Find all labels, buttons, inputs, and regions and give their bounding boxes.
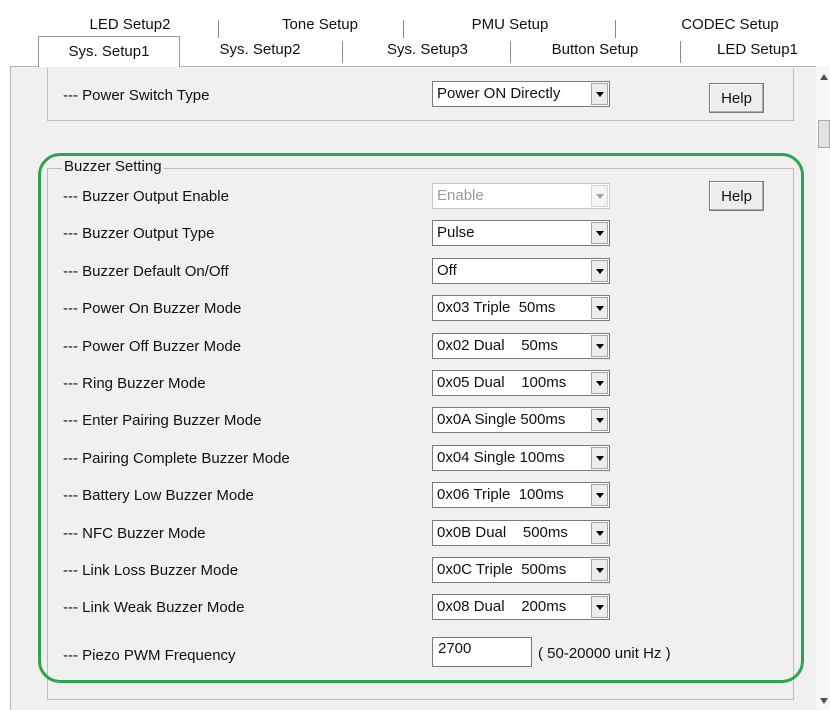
power-help-button[interactable]: Help <box>709 83 764 113</box>
tab-pmu-setup[interactable]: PMU Setup <box>450 12 570 38</box>
tab-divider <box>403 20 404 38</box>
tab-row-top: LED Setup2 Tone Setup PMU Setup CODEC Se… <box>0 12 830 38</box>
tab-led-setup1[interactable]: LED Setup1 <box>695 37 820 63</box>
chevron-down-icon[interactable] <box>591 83 608 105</box>
vertical-scrollbar[interactable] <box>816 66 830 709</box>
tab-divider <box>615 20 616 38</box>
tab-sys-setup2[interactable]: Sys. Setup2 <box>195 37 325 63</box>
tab-sys-setup3[interactable]: Sys. Setup3 <box>360 37 495 63</box>
tab-button-setup[interactable]: Button Setup <box>525 37 665 63</box>
power-switch-value: Power ON Directly <box>437 85 561 102</box>
tab-codec-setup[interactable]: CODEC Setup <box>660 12 800 38</box>
power-switch-label: --- Power Switch Type <box>63 87 210 104</box>
scroll-up-arrow-icon[interactable] <box>820 74 828 80</box>
tab-divider <box>680 41 681 63</box>
tab-led-setup2[interactable]: LED Setup2 <box>70 12 190 38</box>
tab-sys-setup1[interactable]: Sys. Setup1 <box>38 36 180 67</box>
tab-divider <box>218 20 219 38</box>
tab-divider <box>510 41 511 63</box>
buzzer-highlight-outline <box>38 153 804 683</box>
scroll-down-arrow-icon[interactable] <box>820 698 828 704</box>
scroll-thumb[interactable] <box>818 120 830 148</box>
power-switch-select[interactable]: Power ON Directly <box>432 81 610 107</box>
tab-tone-setup[interactable]: Tone Setup <box>265 12 375 38</box>
tab-divider <box>342 41 343 63</box>
